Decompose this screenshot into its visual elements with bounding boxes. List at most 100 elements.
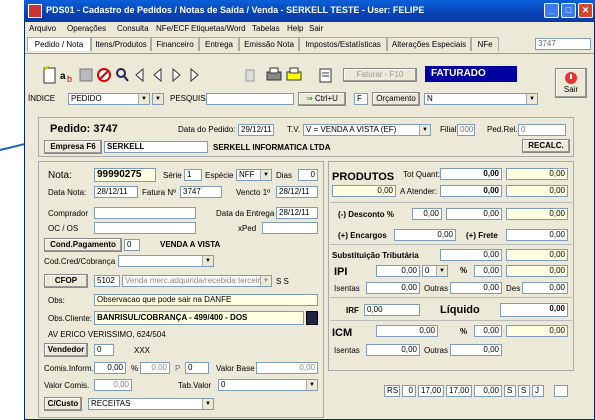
icm-field[interactable]: 0,00 bbox=[376, 325, 438, 337]
recalc-button[interactable]: RECALC. bbox=[522, 139, 570, 153]
f-field[interactable]: F bbox=[354, 93, 368, 105]
maximize-button[interactable]: □ bbox=[561, 3, 576, 18]
prev-record-icon[interactable] bbox=[149, 66, 167, 86]
footer-extra-field[interactable] bbox=[554, 385, 568, 397]
search-icon[interactable] bbox=[113, 66, 131, 86]
indice-select[interactable]: PEDIDO ▼ bbox=[68, 93, 150, 105]
encargos-field[interactable]: 0,00 bbox=[394, 229, 456, 241]
next-record-icon[interactable] bbox=[167, 66, 185, 86]
comis-field[interactable]: 0,00 bbox=[94, 362, 126, 374]
tab-entrega[interactable]: Entrega bbox=[199, 37, 239, 51]
produtos-left-value[interactable]: 0,00 bbox=[332, 185, 396, 197]
desconto-field[interactable]: 0,00 bbox=[446, 208, 502, 220]
outras-field[interactable]: 0,00 bbox=[450, 282, 502, 294]
new-doc-icon[interactable] bbox=[41, 65, 59, 86]
xped-field[interactable] bbox=[262, 222, 318, 234]
ipi-field[interactable]: 0,00 bbox=[376, 265, 420, 277]
pedrel-field[interactable]: 0 bbox=[518, 124, 566, 136]
obs-field[interactable]: Observacao que pode sair na DANFE bbox=[94, 294, 318, 306]
minimize-button[interactable]: _ bbox=[544, 3, 559, 18]
produtos-value[interactable]: 0,00 bbox=[506, 168, 568, 180]
subst-right[interactable]: 0,00 bbox=[506, 249, 568, 261]
vendedor-field[interactable]: 0 bbox=[94, 344, 114, 356]
tab-alteracoes[interactable]: Alterações Especiais bbox=[387, 37, 471, 51]
empresa-button[interactable]: Empresa F6 bbox=[44, 140, 102, 154]
obs-cliente-field[interactable]: BANRISUL/COBRANÇA - 499/400 - DOS bbox=[94, 311, 304, 325]
tab-financeiro[interactable]: Financeiro bbox=[151, 37, 199, 51]
exit-button[interactable]: Sair bbox=[555, 68, 587, 98]
icm-right[interactable]: 0,00 bbox=[506, 325, 568, 337]
frete-field[interactable]: 0,00 bbox=[506, 229, 568, 241]
footer-v1-field[interactable]: 0 bbox=[402, 385, 416, 397]
ctrl-u-button[interactable]: ⇒ Ctrl+U bbox=[298, 92, 346, 106]
data-nota-field[interactable]: 28/12/11 bbox=[94, 186, 138, 198]
a-atender-right[interactable]: 0,00 bbox=[506, 185, 568, 197]
orcamento-button[interactable]: Orçamento bbox=[372, 92, 420, 106]
menu-operacoes[interactable]: Operações bbox=[67, 24, 106, 33]
ipi-select[interactable]: 0 ▼ bbox=[422, 265, 448, 277]
first-record-icon[interactable] bbox=[131, 66, 149, 86]
ccusto-select[interactable]: RECEITAS ▼ bbox=[88, 398, 214, 410]
valor-base-field[interactable]: 0,00 bbox=[256, 362, 318, 374]
p-field[interactable]: 0 bbox=[185, 362, 209, 374]
last-record-icon[interactable] bbox=[185, 66, 203, 86]
cfop-field[interactable]: 5102 bbox=[94, 275, 120, 287]
footer-s2-field[interactable]: S bbox=[518, 385, 530, 397]
ccusto-button[interactable]: C/Custo bbox=[44, 397, 82, 411]
print-icon[interactable] bbox=[265, 66, 283, 86]
n-select[interactable]: N ▼ bbox=[424, 93, 538, 105]
entrega-field[interactable]: 28/12/11 bbox=[276, 207, 318, 219]
save-icon[interactable] bbox=[306, 311, 318, 325]
desconto-right[interactable]: 0,00 bbox=[506, 208, 568, 220]
tab-impostos[interactable]: Impostos/Estatísticas bbox=[299, 37, 387, 51]
footer-v3-field[interactable]: 17,00 bbox=[446, 385, 472, 397]
menu-tabelas[interactable]: Tabelas bbox=[252, 24, 280, 33]
data-pedido-field[interactable]: 29/12/11 bbox=[238, 124, 274, 136]
liquido-field[interactable]: 0,00 bbox=[500, 303, 568, 317]
tv-select[interactable]: V = VENDA A VISTA (EF) ▼ bbox=[303, 124, 431, 136]
tab-pedido-nota[interactable]: Pedido / Nota bbox=[27, 37, 91, 51]
save-icon[interactable] bbox=[77, 66, 95, 86]
dias-field[interactable]: 0 bbox=[298, 169, 318, 181]
tot-quant-field[interactable]: 0,00 bbox=[440, 168, 502, 180]
especie-select[interactable]: NFF ▼ bbox=[236, 169, 272, 181]
close-button[interactable]: ✕ bbox=[578, 3, 593, 18]
tab-emissao-nota[interactable]: Emissão Nota bbox=[239, 37, 299, 51]
comis2-field[interactable]: 0,00 bbox=[140, 362, 170, 374]
vencto-field[interactable]: 28/12/11 bbox=[276, 186, 318, 198]
indice-order-select[interactable]: ▼ bbox=[152, 93, 164, 105]
oc-field[interactable] bbox=[94, 222, 196, 234]
vendedor-button[interactable]: Vendedor bbox=[44, 343, 88, 357]
footer-s1-field[interactable]: S bbox=[504, 385, 516, 397]
irf-field[interactable]: 0,00 bbox=[364, 304, 420, 316]
tab-valor-select[interactable]: 0 ▼ bbox=[218, 379, 318, 391]
ipi-pct-field[interactable]: 0,00 bbox=[474, 265, 502, 277]
print-preview-icon[interactable] bbox=[285, 66, 303, 86]
empresa-code-field[interactable]: SERKELL bbox=[104, 141, 208, 153]
menu-help[interactable]: Help bbox=[287, 24, 303, 33]
cod-cred-select[interactable]: ▼ bbox=[118, 255, 214, 267]
ipi-right[interactable]: 0,00 bbox=[506, 265, 568, 277]
edit-notes-icon[interactable] bbox=[317, 66, 335, 86]
subst-field[interactable]: 0,00 bbox=[440, 249, 502, 261]
tab-nfe[interactable]: NFe bbox=[471, 37, 499, 51]
footer-rs-field[interactable]: RS bbox=[384, 385, 400, 397]
valor-comis-field[interactable]: 0,00 bbox=[94, 379, 132, 391]
menu-etiquetas[interactable]: Etiquetas/Word bbox=[191, 24, 246, 33]
nota-field[interactable]: 99990275 bbox=[94, 168, 156, 182]
icm-outras-field[interactable]: 0,00 bbox=[450, 344, 502, 356]
trash-icon[interactable] bbox=[241, 66, 259, 86]
desconto-pct-field[interactable]: 0,00 bbox=[412, 208, 442, 220]
cfop-button[interactable]: CFOP bbox=[44, 274, 88, 288]
footer-j-field[interactable]: J bbox=[532, 385, 544, 397]
menu-consulta[interactable]: Consulta bbox=[117, 24, 149, 33]
cond-pagamento-button[interactable]: Cond.Pagamento bbox=[44, 238, 122, 252]
cfop-desc-select[interactable]: Venda merc.adquirida/recebida terceiros ▼ bbox=[122, 275, 272, 287]
spell-icon[interactable]: ab bbox=[59, 66, 77, 86]
icm-pct-field[interactable]: 0,00 bbox=[474, 325, 502, 337]
faturar-button[interactable]: Faturar - F10 bbox=[343, 68, 417, 82]
serie-field[interactable]: 1 bbox=[184, 169, 202, 181]
footer-v2-field[interactable]: 17,00 bbox=[418, 385, 444, 397]
cancel-icon[interactable] bbox=[95, 66, 113, 86]
comprador-field[interactable] bbox=[94, 207, 196, 219]
